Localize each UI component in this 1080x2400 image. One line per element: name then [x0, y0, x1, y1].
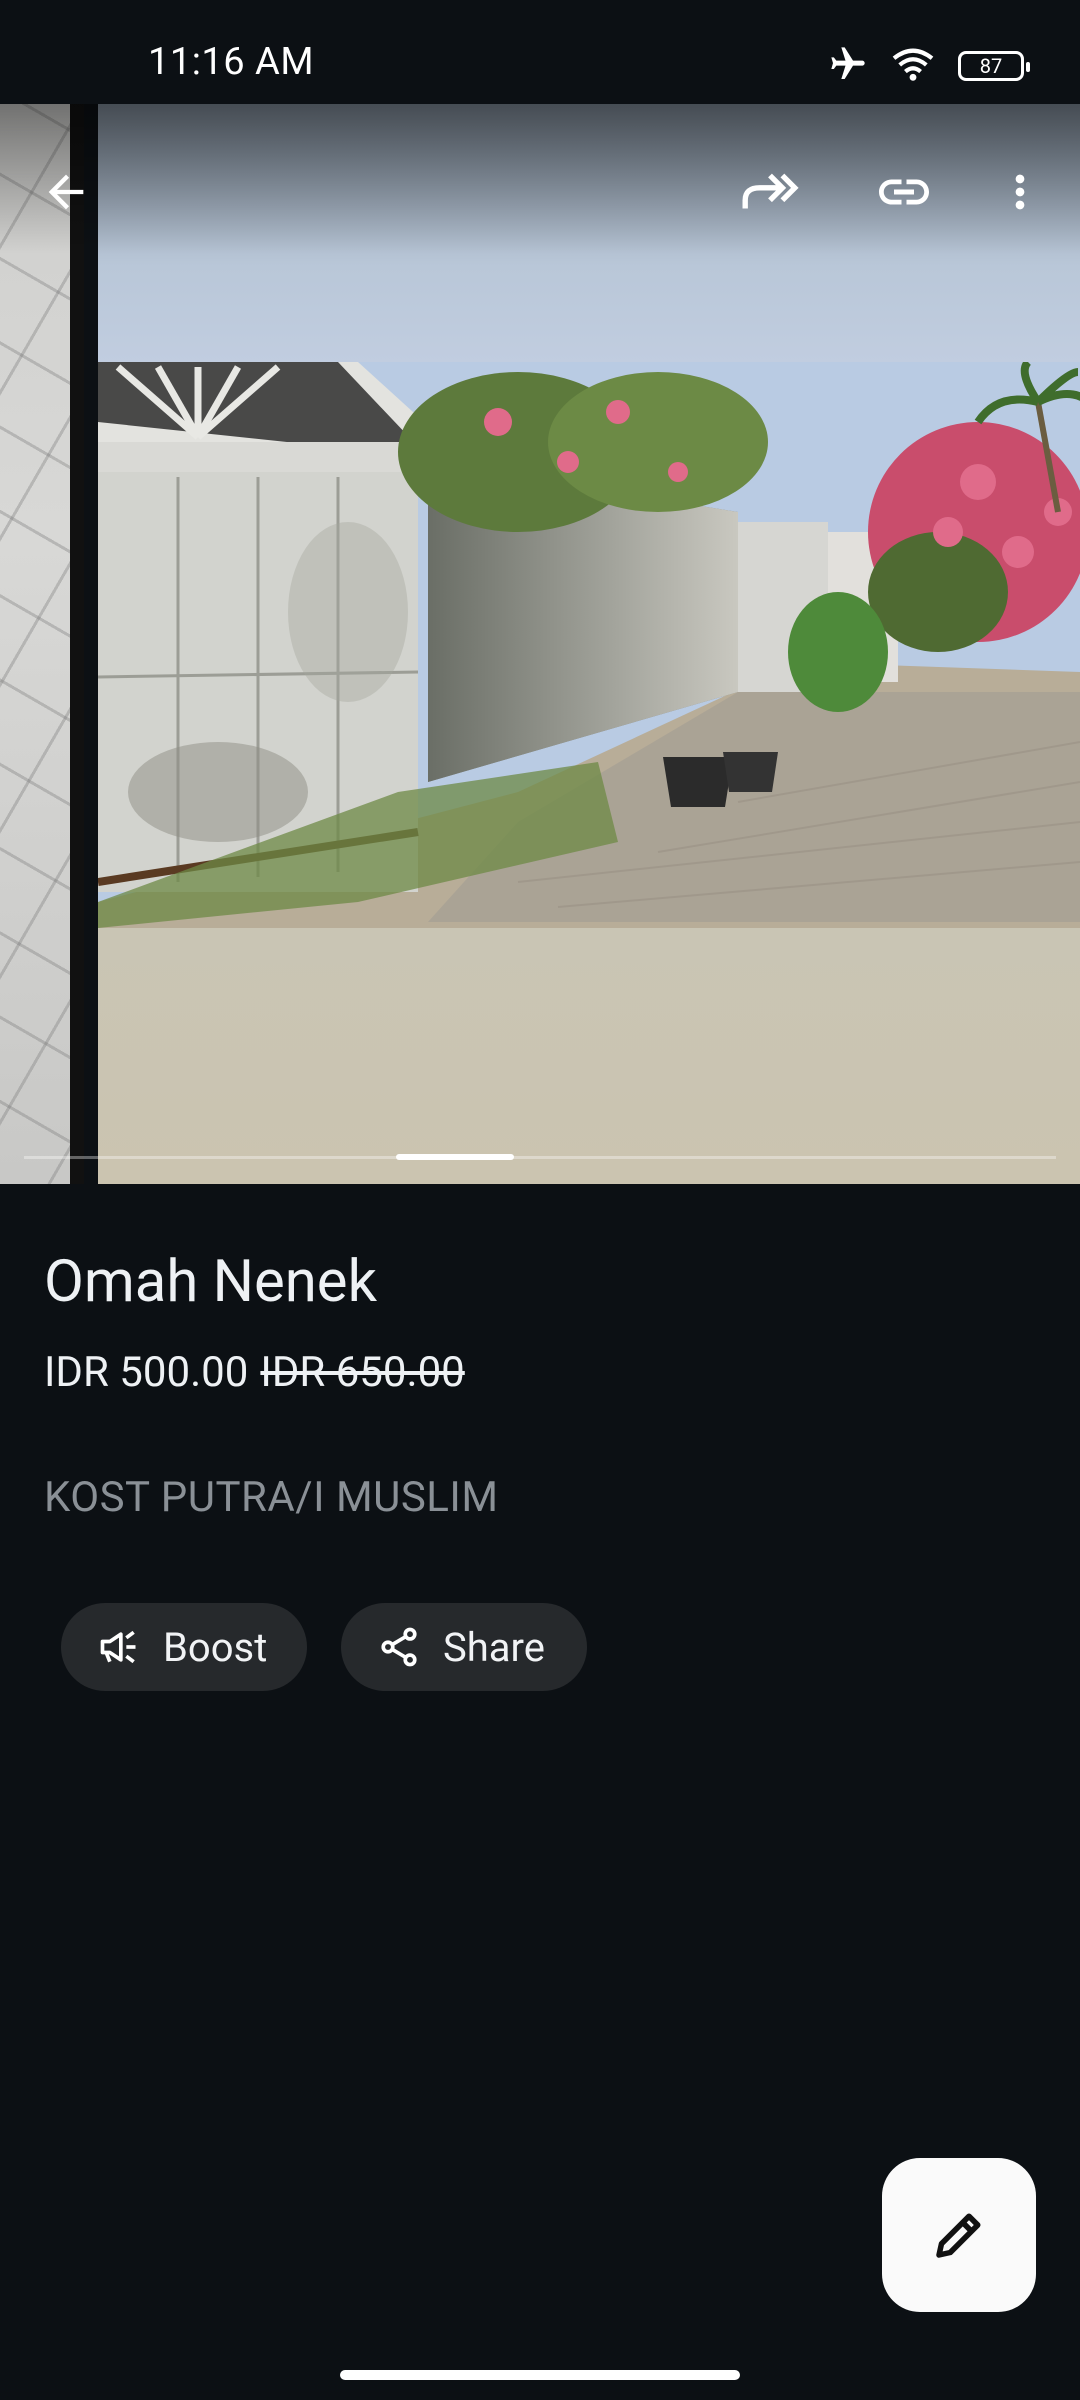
current-price: IDR 500.00 [44, 1348, 249, 1397]
back-button[interactable] [24, 150, 108, 234]
megaphone-icon [100, 1630, 136, 1664]
gallery-progress-indicator [396, 1154, 514, 1160]
forward-button[interactable] [728, 150, 812, 234]
airplane-mode-icon [828, 44, 868, 88]
previous-photo[interactable] [0, 104, 84, 1184]
copy-link-button[interactable] [862, 150, 946, 234]
share-button[interactable]: Share [341, 1603, 587, 1691]
listing-title: Omah Nenek [44, 1248, 377, 1316]
photo-gallery[interactable] [0, 104, 1080, 1184]
current-photo[interactable] [98, 362, 1080, 928]
screen: 11:16 AM 87 Omah Nenek IDR 500.00 IDR 65… [0, 0, 1080, 2400]
share-label: Share [443, 1623, 545, 1671]
link-icon [879, 179, 929, 205]
edit-listing-fab[interactable] [882, 2158, 1036, 2312]
forward-icon [742, 173, 799, 209]
boost-button[interactable]: Boost [61, 1603, 307, 1691]
status-bar: 11:16 AM 87 [0, 0, 1080, 104]
more-vert-icon [1015, 174, 1025, 210]
share-icon [381, 1627, 417, 1667]
original-price: IDR 650.00 [260, 1348, 465, 1397]
price-row: IDR 500.00 IDR 650.00 [44, 1348, 465, 1397]
battery-level: 87 [979, 54, 1003, 78]
gallery-progress-track [24, 1156, 1056, 1159]
wifi-icon [890, 45, 936, 87]
listing-category: KOST PUTRA/I MUSLIM [44, 1473, 499, 1522]
status-time: 11:16 AM [148, 40, 315, 84]
boost-label: Boost [163, 1623, 268, 1671]
edit-pencil-icon [936, 2213, 981, 2258]
battery-icon: 87 [958, 51, 1030, 81]
back-arrow-icon [48, 174, 84, 210]
more-options-button[interactable] [978, 150, 1062, 234]
status-icons: 87 [828, 44, 1030, 88]
home-indicator[interactable] [340, 2370, 740, 2380]
